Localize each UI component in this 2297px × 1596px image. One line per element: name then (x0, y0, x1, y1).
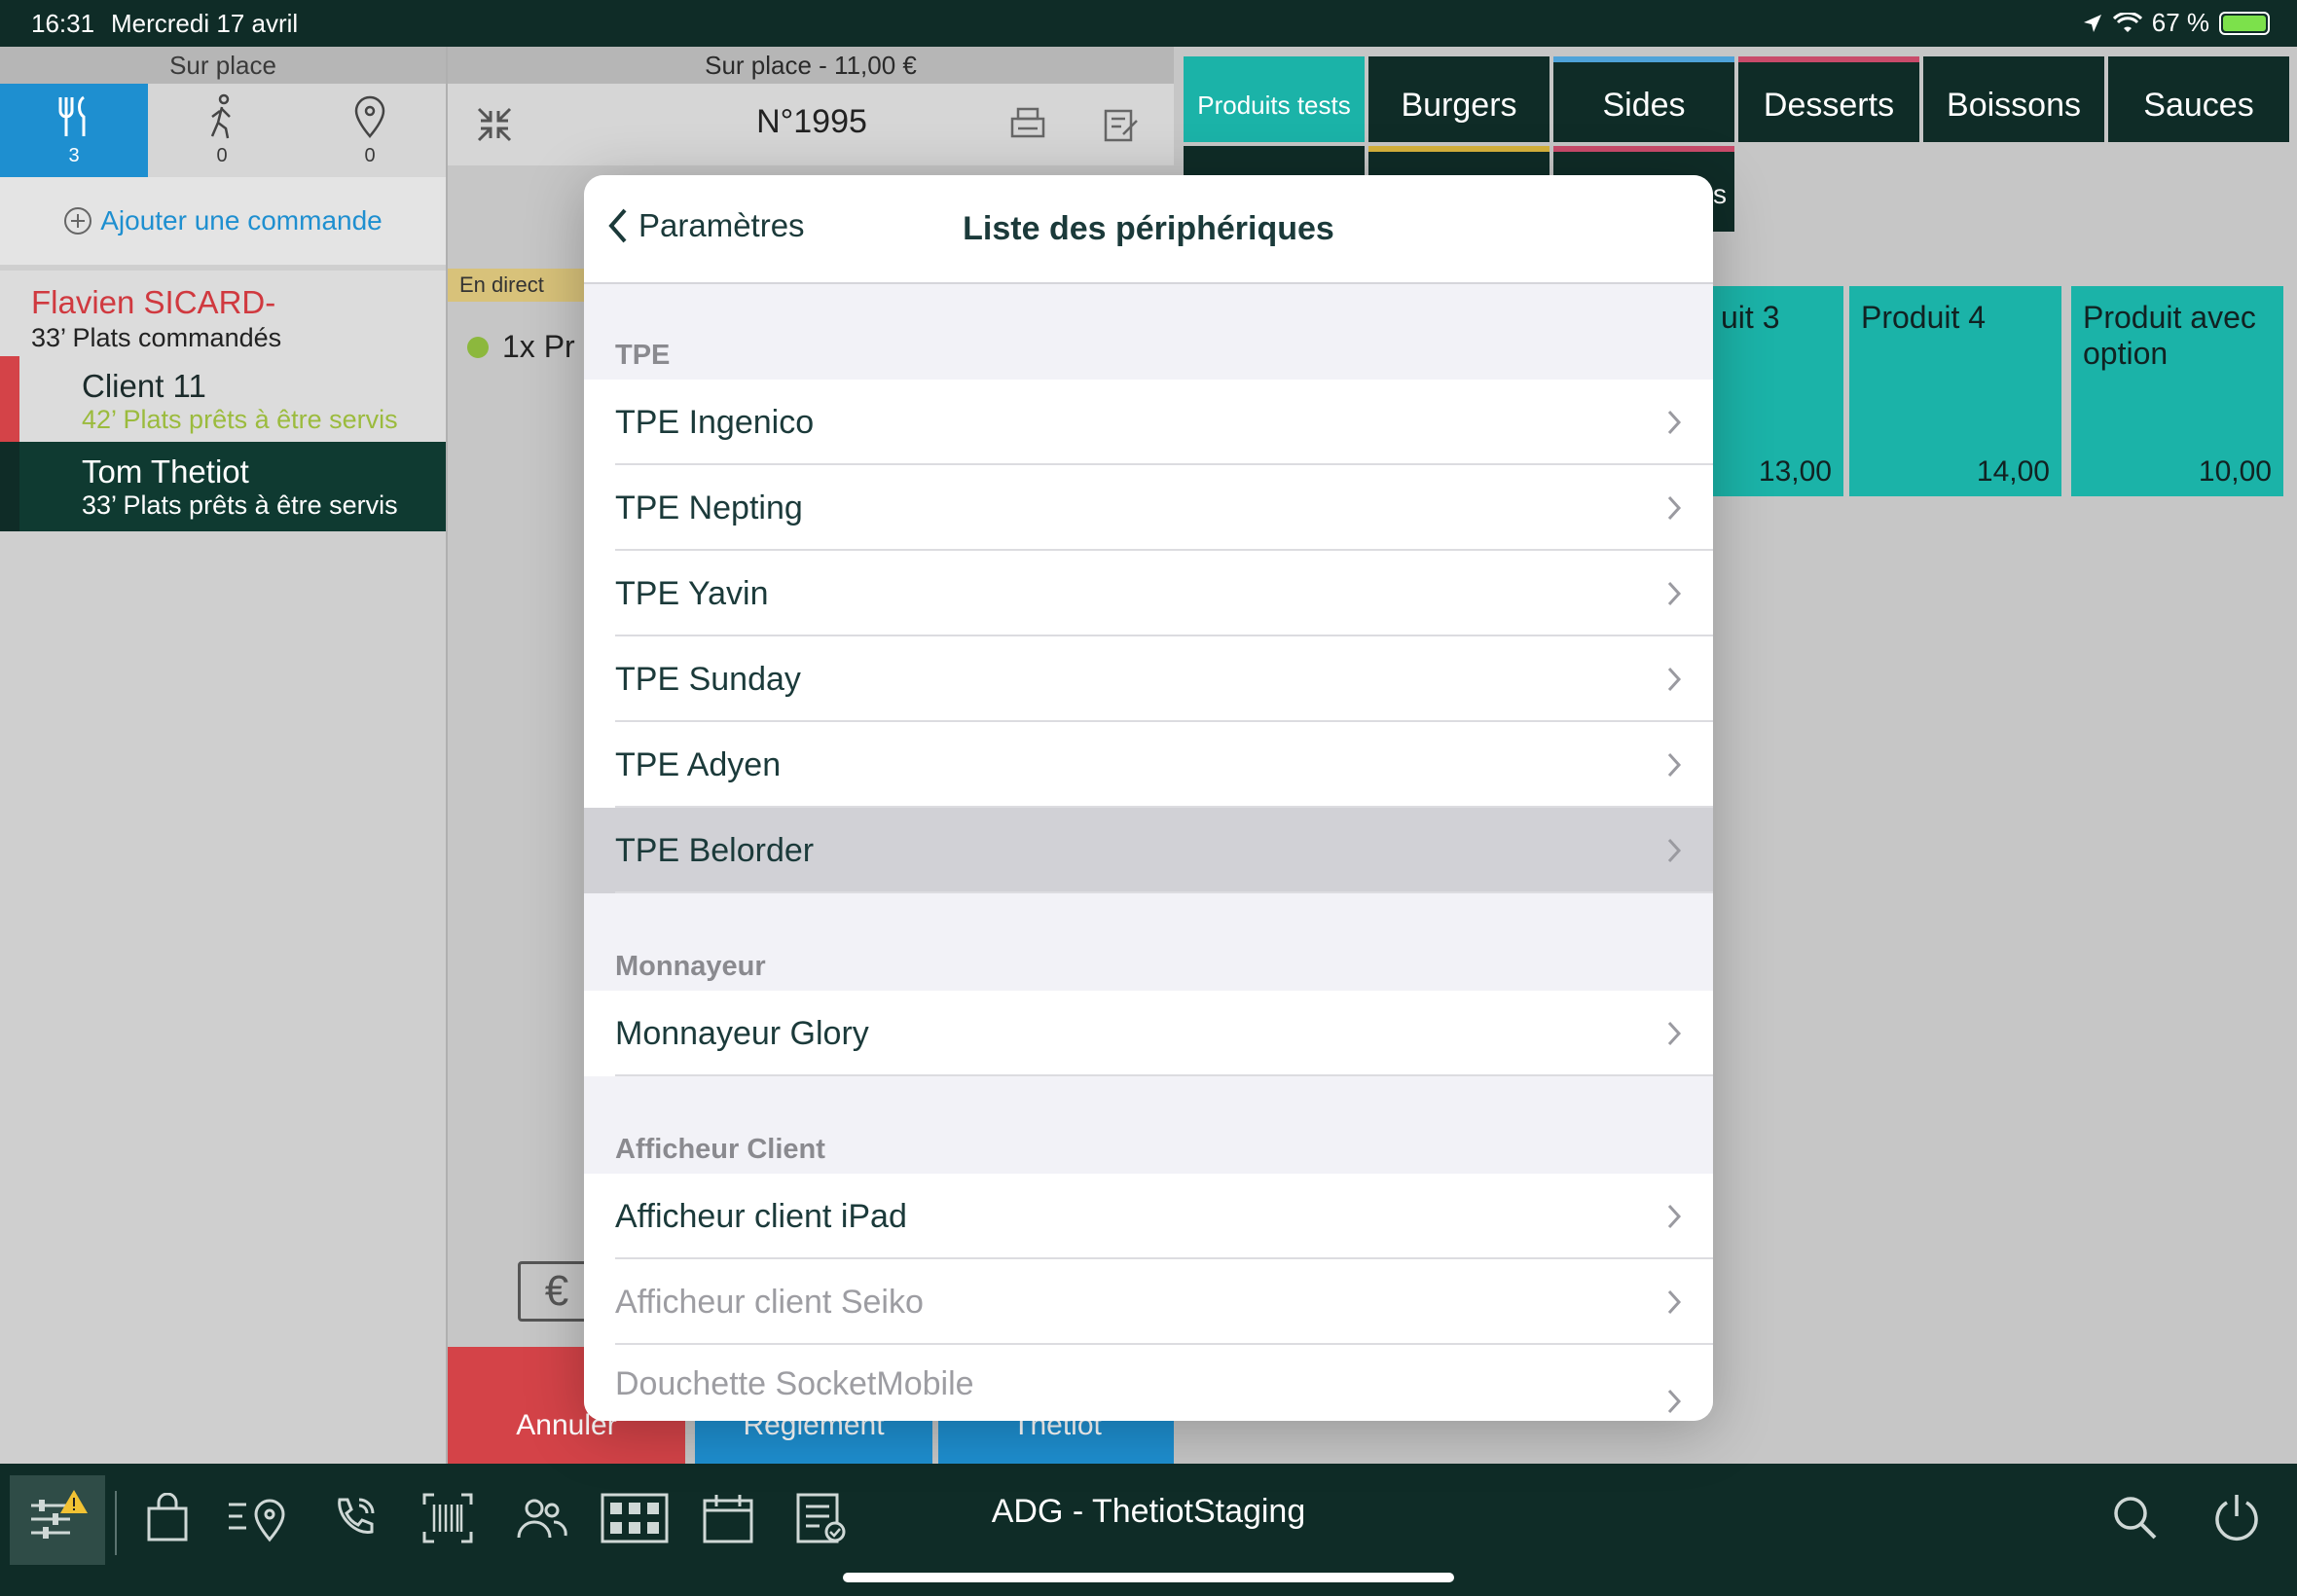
service-mode-tabs: 3 0 0 (0, 84, 446, 177)
order-toolbar: N°1995 (448, 84, 1176, 165)
device-label: TPE Ingenico (615, 404, 815, 441)
device-row-selected[interactable]: TPE Belorder (584, 808, 1713, 893)
chevron-right-icon (1667, 1389, 1682, 1414)
chevron-right-icon (1667, 410, 1682, 435)
product-tile[interactable]: Produit 4 14,00 (1849, 286, 2061, 496)
product-price: 14,00 (1976, 455, 2050, 488)
product-name: Produit avec option (2083, 300, 2256, 371)
sidebar-header: Sur place (0, 47, 446, 84)
bottom-toolbar: ADG - ThetiotStaging (0, 1464, 2297, 1596)
product-price: 10,00 (2198, 455, 2272, 488)
device-label: TPE Sunday (615, 661, 801, 698)
status-bar: 16:31 Mercredi 17 avril 67 % (0, 0, 2297, 47)
order-number: N°1995 (756, 103, 867, 140)
orders-sidebar: Sur place 3 0 0 Ajouter une commande Fla… (0, 47, 446, 1464)
tab-count: 3 (68, 145, 80, 166)
client-status: 42’ Plats prêts à être servis (82, 405, 398, 434)
device-row[interactable]: TPE Yavin (584, 551, 1713, 636)
chevron-right-icon (1667, 1204, 1682, 1229)
battery-icon (2219, 11, 2270, 35)
walking-icon (210, 93, 231, 139)
chevron-right-icon (1667, 1289, 1682, 1315)
chevron-right-icon (1667, 838, 1682, 863)
client-name: Client 11 (82, 368, 206, 404)
client-item[interactable]: Client 11 42’ Plats prêts à être servis (0, 356, 446, 442)
printer-icon[interactable] (1008, 105, 1047, 144)
chevron-right-icon (1667, 581, 1682, 606)
live-badge: En direct (448, 269, 594, 302)
status-dot (467, 336, 489, 358)
product-name: uit 3 (1721, 300, 1780, 335)
status-date: Mercredi 17 avril (111, 9, 299, 38)
client-item-selected[interactable]: Tom Thetiot 33’ Plats prêts à être servi… (0, 442, 446, 531)
device-label: TPE Adyen (615, 746, 782, 783)
battery-percent: 67 % (2151, 8, 2209, 37)
fork-knife-icon (58, 95, 86, 136)
device-label: TPE Nepting (615, 490, 803, 526)
plus-circle-icon (64, 207, 92, 235)
device-row[interactable]: TPE Adyen (584, 722, 1713, 808)
client-name: Flavien SICARD- (31, 284, 276, 320)
device-label: Douchette SocketMobile (615, 1365, 974, 1402)
client-status: 33’ Plats prêts à être servis (82, 490, 398, 520)
power-icon (2215, 1495, 2258, 1541)
chevron-right-icon (1667, 667, 1682, 692)
location-arrow-icon (2083, 14, 2101, 32)
section-header-afficheur: Afficheur Client (615, 1134, 825, 1165)
device-row[interactable]: TPE Sunday (584, 636, 1713, 722)
search-button[interactable] (2098, 1481, 2172, 1555)
device-row[interactable]: TPE Ingenico (584, 380, 1713, 465)
venue-label: ADG - ThetiotStaging (991, 1493, 1306, 1530)
location-pin-icon (354, 95, 385, 138)
status-time: 16:31 (31, 9, 95, 38)
product-name: Produit 4 (1861, 300, 1987, 335)
tab-category-desserts[interactable]: Desserts (1738, 56, 1919, 142)
power-button[interactable] (2200, 1481, 2274, 1555)
device-row-disabled[interactable]: Afficheur client Seiko (584, 1259, 1713, 1345)
product-price: 13,00 (1758, 455, 1832, 488)
device-row[interactable]: Monnayeur Glory (584, 991, 1713, 1076)
tab-count: 0 (364, 145, 376, 166)
device-label: Afficheur client Seiko (615, 1284, 924, 1321)
devices-modal: Paramètres Liste des périphériques TPE T… (584, 175, 1713, 1421)
product-tile[interactable]: Produit avec option 10,00 (2071, 286, 2283, 496)
tab-delivery[interactable]: 0 (296, 84, 444, 177)
section-header-tpe: TPE (615, 340, 671, 371)
device-label: Afficheur client iPad (615, 1198, 907, 1235)
section-header-monnayeur: Monnayeur (615, 951, 766, 982)
device-label: TPE Belorder (615, 832, 815, 869)
order-line[interactable]: 1x Pr (467, 329, 575, 365)
tab-takeaway[interactable]: 0 (148, 84, 296, 177)
modal-header: Paramètres Liste des périphériques (584, 175, 1713, 284)
client-name: Tom Thetiot (82, 453, 249, 490)
edit-note-icon[interactable] (1102, 105, 1141, 144)
device-label: Monnayeur Glory (615, 1015, 869, 1052)
chevron-right-icon (1667, 495, 1682, 521)
add-order-label: Ajouter une commande (100, 205, 383, 236)
chevron-right-icon (1667, 752, 1682, 778)
tab-category-sauces[interactable]: Sauces (2108, 56, 2289, 142)
search-icon (2114, 1497, 2157, 1540)
device-label: TPE Yavin (615, 575, 769, 612)
chevron-right-icon (1667, 1021, 1682, 1046)
tab-category-tests[interactable]: Produits tests (1184, 56, 1365, 142)
tab-category-boissons[interactable]: Boissons (1923, 56, 2104, 142)
wifi-icon (2112, 12, 2142, 32)
tab-category-sides[interactable]: Sides (1553, 56, 1734, 142)
device-row[interactable]: TPE Nepting (584, 465, 1713, 551)
order-summary-header: Sur place - 11,00 € (448, 47, 1174, 84)
client-status: 33’ Plats commandés (31, 323, 282, 352)
home-indicator[interactable] (843, 1573, 1454, 1582)
order-line-text: 1x Pr (502, 329, 575, 364)
device-row[interactable]: Afficheur client iPad (584, 1174, 1713, 1259)
client-item[interactable]: Flavien SICARD- 33’ Plats commandés (0, 271, 446, 356)
product-tile[interactable]: uit 3 13,00 (1713, 286, 1843, 496)
tab-dine-in[interactable]: 3 (0, 84, 148, 177)
tab-count: 0 (216, 145, 228, 166)
device-row-disabled[interactable]: Douchette SocketMobile (584, 1345, 1713, 1421)
add-order-button[interactable]: Ajouter une commande (0, 177, 446, 265)
tab-category-burgers[interactable]: Burgers (1368, 56, 1550, 142)
modal-title: Liste des périphériques (963, 210, 1334, 247)
